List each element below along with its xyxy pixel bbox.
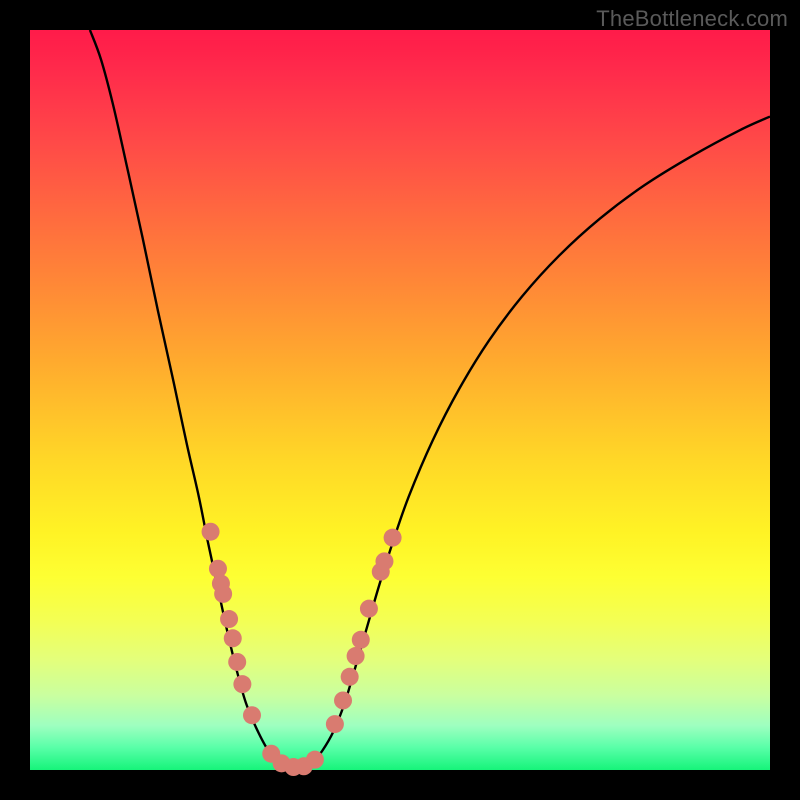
curve-dot [384, 529, 402, 547]
curve-dot [202, 523, 220, 541]
curve-svg [30, 30, 770, 770]
curve-dot [352, 631, 370, 649]
curve-dot [334, 691, 352, 709]
curve-dot [228, 653, 246, 671]
curve-dot [326, 715, 344, 733]
bottleneck-curve [90, 30, 770, 767]
curve-dot [306, 751, 324, 769]
attribution-label: TheBottleneck.com [596, 6, 788, 32]
curve-dot [341, 668, 359, 686]
curve-dot [360, 600, 378, 618]
plot-area [30, 30, 770, 770]
curve-dot [220, 610, 238, 628]
chart-stage: TheBottleneck.com [0, 0, 800, 800]
curve-dot [209, 560, 227, 578]
curve-dot [375, 552, 393, 570]
curve-dot [233, 675, 251, 693]
curve-dot [243, 706, 261, 724]
curve-dot [347, 647, 365, 665]
curve-dot [224, 629, 242, 647]
curve-dot [214, 585, 232, 603]
